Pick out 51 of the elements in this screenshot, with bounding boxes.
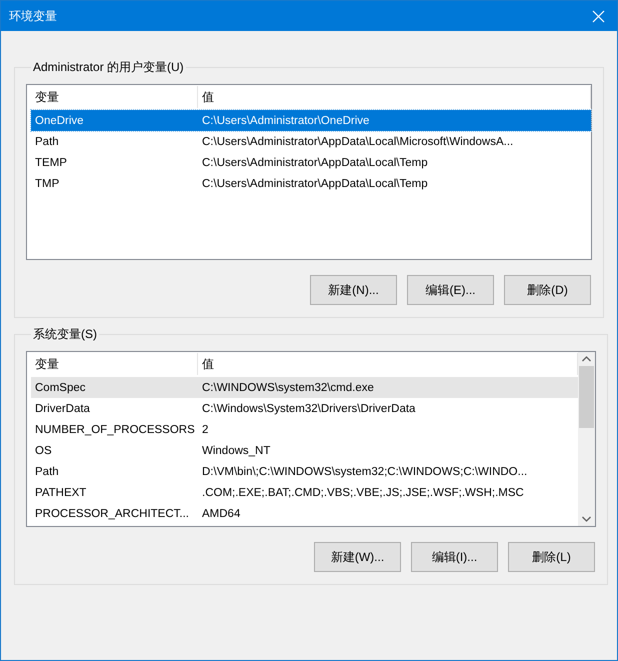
variable-row[interactable]: TMP C:\Users\Administrator\AppData\Local\Temp	[31, 173, 591, 194]
dialog-button[interactable]: 新建(W)...	[314, 542, 401, 572]
variable-name: Path	[34, 136, 60, 148]
variable-row[interactable]: PATHEXT .COM;.EXE;.BAT;.CMD;.VBS;.VBE;.JS;.JSE;.WSF;.WSH;.MSC	[31, 482, 578, 503]
variable-row[interactable]: NUMBER_OF_PROCESSORS 2	[31, 419, 578, 440]
scroll-down-icon[interactable]	[582, 516, 591, 522]
scroll-thumb[interactable]	[579, 366, 594, 428]
variable-name: NUMBER_OF_PROCESSORS	[34, 424, 196, 436]
variable-value: D:\VM\bin\;C:\WINDOWS\system32;C:\WINDOWS;C:\WINDO...	[201, 466, 528, 478]
scroll-up-icon[interactable]	[582, 356, 591, 362]
scrollbar[interactable]	[578, 352, 595, 526]
variable-name: OneDrive	[34, 114, 85, 126]
variable-name: DriverData	[34, 402, 91, 414]
dialog-button[interactable]: 编辑(I)...	[411, 542, 498, 572]
variable-name: PATHEXT	[34, 486, 88, 498]
variable-row[interactable]: OneDrive C:\Users\Administrator\OneDrive	[31, 110, 591, 131]
variable-value: C:\Users\Administrator\AppData\Local\Temp	[201, 156, 429, 168]
variable-list[interactable]	[26, 351, 596, 527]
column-header[interactable]: 变量	[31, 86, 198, 108]
dialog-button[interactable]: 新建(N)...	[310, 275, 397, 305]
close-icon	[592, 10, 604, 22]
group-label: Administrator 的用户变量(U)	[32, 59, 185, 76]
variable-value: C:\Users\Administrator\OneDrive	[201, 114, 370, 126]
variable-value: C:\WINDOWS\system32\cmd.exe	[201, 382, 375, 394]
variable-row[interactable]: TEMP C:\Users\Administrator\AppData\Local\Temp	[31, 152, 591, 173]
variable-value: AMD64	[201, 508, 242, 520]
dialog-button[interactable]: 删除(D)	[504, 275, 591, 305]
variable-name: OS	[34, 444, 53, 456]
variable-name: PROCESSOR_ARCHITECT...	[34, 508, 190, 520]
variable-row[interactable]: ComSpec C:\WINDOWS\system32\cmd.exe	[31, 377, 578, 398]
variable-name: TEMP	[34, 156, 68, 168]
variable-row[interactable]: Path D:\VM\bin\;C:\WINDOWS\system32;C:\WINDOWS;C:\WINDO...	[31, 461, 578, 482]
dialog-button[interactable]: 删除(L)	[508, 542, 595, 572]
variable-row[interactable]: DriverData C:\Windows\System32\Drivers\DriverData	[31, 398, 578, 419]
variable-name: Path	[34, 466, 60, 478]
window-title: 环境变量	[9, 8, 57, 24]
column-header[interactable]: 值	[198, 86, 591, 108]
group-label: 系统变量(S)	[32, 326, 98, 343]
variable-name: ComSpec	[34, 382, 86, 394]
dialog-button[interactable]: 编辑(E)...	[407, 275, 494, 305]
variable-name: TMP	[34, 178, 60, 190]
variable-value: C:\Users\Administrator\AppData\Local\Microsoft\WindowsA...	[201, 136, 514, 148]
variable-value: C:\Users\Administrator\AppData\Local\Temp	[201, 178, 429, 190]
variable-row[interactable]: Path C:\Users\Administrator\AppData\Local\Microsoft\WindowsA...	[31, 131, 591, 152]
variable-value: C:\Windows\System32\Drivers\DriverData	[201, 402, 416, 414]
variable-value: Windows_NT	[201, 444, 272, 456]
column-header[interactable]: 变量	[31, 353, 198, 375]
variable-row[interactable]: PROCESSOR_ARCHITECT... AMD64	[31, 503, 578, 524]
variable-row[interactable]: OS Windows_NT	[31, 440, 578, 461]
variable-value: 2	[201, 424, 210, 436]
variable-value: .COM;.EXE;.BAT;.CMD;.VBS;.VBE;.JS;.JSE;.WSF;.WSH;.MSC	[201, 486, 525, 498]
